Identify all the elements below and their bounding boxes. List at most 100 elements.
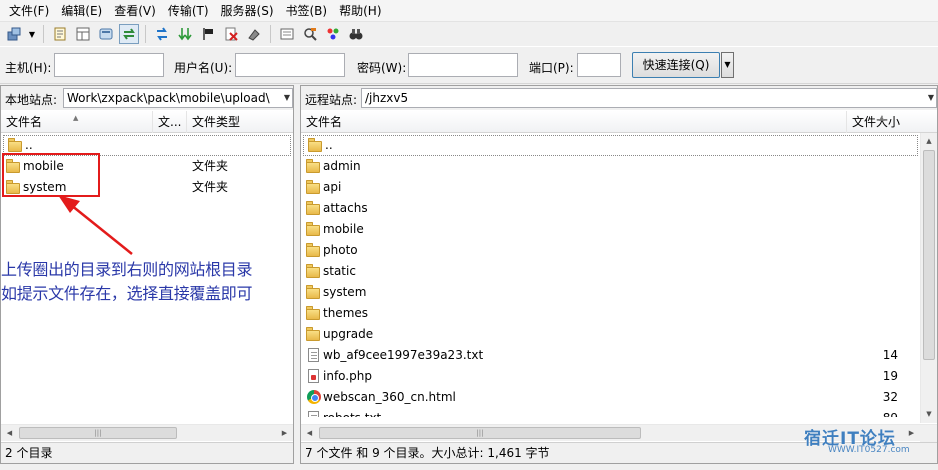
- scrollbar-corner: [920, 425, 937, 442]
- chevron-down-icon[interactable]: ▼: [928, 89, 934, 107]
- file-name: upgrade: [323, 327, 374, 341]
- file-name: system: [323, 285, 367, 299]
- port-input[interactable]: [577, 53, 621, 77]
- annotation-line-1: 上传圈出的目录到右则的网站根目录: [1, 260, 253, 279]
- scrollbar-thumb[interactable]: |||: [319, 427, 641, 439]
- local-col-name[interactable]: 文件名 ▲: [1, 111, 153, 133]
- remote-column-header: 文件名 文件大小 ▲: [301, 111, 937, 133]
- remote-path-text: /jhzxv5: [365, 91, 409, 105]
- remote-list-item[interactable]: photo: [301, 240, 920, 261]
- disconnect-icon[interactable]: [244, 24, 264, 44]
- watermark-url: WWW.IT0527.com: [828, 445, 910, 455]
- remote-path-combo[interactable]: /jhzxv5 ▼: [361, 88, 937, 108]
- folder-icon: [306, 285, 322, 300]
- remote-list-item[interactable]: robots.txt 89: [301, 408, 920, 417]
- remote-list-item[interactable]: api: [301, 177, 920, 198]
- scroll-left-icon[interactable]: ◀: [301, 425, 318, 442]
- local-col-name-label: 文件名: [6, 115, 43, 129]
- scroll-down-icon[interactable]: ▼: [921, 406, 937, 423]
- menu-item[interactable]: 书签(B): [280, 1, 334, 21]
- folder-icon: [306, 180, 322, 195]
- remote-list-item[interactable]: upgrade: [301, 324, 920, 345]
- quick-connect-button[interactable]: 快速连接(Q): [632, 52, 720, 78]
- remote-tree-icon[interactable]: [119, 24, 139, 44]
- menu-item[interactable]: 服务器(S): [215, 1, 280, 21]
- remote-site-label: 远程站点:: [305, 93, 358, 107]
- chrome-html-icon: [306, 390, 322, 405]
- process-queue-icon[interactable]: [175, 24, 195, 44]
- password-input[interactable]: [408, 53, 518, 77]
- host-input[interactable]: [54, 53, 164, 77]
- annotation-line-2: 如提示文件存在，选择直接覆盖即可: [1, 284, 253, 303]
- menu-item[interactable]: 帮助(H): [333, 1, 387, 21]
- text-file-icon: [306, 348, 322, 363]
- local-site-label: 本地站点:: [5, 93, 58, 107]
- refresh-icon[interactable]: [152, 24, 172, 44]
- host-label: 主机(H):: [5, 61, 52, 75]
- remote-col-size[interactable]: 文件大小 ▲: [847, 111, 921, 133]
- filter-icon[interactable]: [300, 24, 320, 44]
- remote-list-item[interactable]: wb_af9cee1997e39a23.txt 14: [301, 345, 920, 366]
- folder-icon: [306, 222, 322, 237]
- remote-list-item[interactable]: attachs: [301, 198, 920, 219]
- local-path-combo[interactable]: Work\zxpack\pack\mobile\upload\ ▼: [63, 88, 293, 108]
- local-column-header: 文件名 ▲ 文... 文件类型: [1, 111, 293, 133]
- flag-icon[interactable]: [198, 24, 218, 44]
- remote-pane: 远程站点: /jhzxv5 ▼ 文件名 文件大小 ▲ .. admin api atta…: [300, 85, 938, 464]
- remote-list-item[interactable]: admin: [301, 156, 920, 177]
- site-manager-icon[interactable]: [4, 24, 24, 44]
- directory-listing-icon[interactable]: [277, 24, 297, 44]
- file-name: themes: [323, 306, 369, 320]
- username-input[interactable]: [235, 53, 345, 77]
- file-name: photo: [323, 243, 358, 257]
- remote-col-name[interactable]: 文件名: [301, 111, 847, 133]
- menu-item[interactable]: 传输(T): [162, 1, 215, 21]
- sort-up-icon: ▲: [73, 114, 79, 122]
- remote-vertical-scrollbar[interactable]: ▲ ▼: [920, 133, 937, 423]
- watermark: 宿迁IT论坛 WWW.IT0527.com: [800, 424, 912, 460]
- local-col-size[interactable]: 文...: [153, 111, 187, 133]
- php-file-icon: [306, 369, 322, 384]
- remote-list-item[interactable]: ..: [303, 135, 918, 156]
- username-label: 用户名(U):: [174, 61, 233, 75]
- sort-up-icon: ▲: [879, 114, 885, 122]
- file-name: wb_af9cee1997e39a23.txt: [323, 348, 484, 362]
- local-horizontal-scrollbar[interactable]: ◀ ||| ▶: [1, 424, 293, 441]
- password-label: 密码(W):: [357, 61, 407, 75]
- scroll-up-icon[interactable]: ▲: [921, 133, 937, 150]
- scrollbar-thumb[interactable]: [923, 150, 935, 360]
- scroll-left-icon[interactable]: ◀: [1, 425, 18, 442]
- quick-connect-dropdown-icon[interactable]: ▼: [721, 52, 734, 78]
- file-type: 文件夹: [192, 180, 229, 194]
- local-path-text: Work\zxpack\pack\mobile\upload\: [67, 91, 270, 105]
- file-name: ..: [325, 138, 333, 152]
- remote-list-item[interactable]: webscan_360_cn.html 32: [301, 387, 920, 408]
- directory-tree-icon[interactable]: [73, 24, 93, 44]
- remote-file-list: .. admin api attachs mobile photo static system…: [301, 135, 920, 417]
- menu-item[interactable]: 编辑(E): [55, 1, 108, 21]
- quick-connect-bar: 主机(H): 用户名(U): 密码(W): 端口(P): 快速连接(Q) ▼: [0, 46, 938, 84]
- file-size: 89: [883, 408, 898, 417]
- cancel-icon[interactable]: [221, 24, 241, 44]
- queue-icon[interactable]: [96, 24, 116, 44]
- binoculars-icon[interactable]: [346, 24, 366, 44]
- file-size: 19: [882, 369, 898, 383]
- file-type: 文件夹: [192, 159, 229, 173]
- remote-list-item[interactable]: info.php 19: [301, 366, 920, 387]
- menu-item[interactable]: 查看(V): [108, 1, 162, 21]
- scroll-right-icon[interactable]: ▶: [276, 425, 293, 442]
- remote-list-item[interactable]: system: [301, 282, 920, 303]
- site-manager-dropdown-icon[interactable]: ▼: [27, 30, 37, 39]
- menu-item[interactable]: 文件(F): [3, 1, 55, 21]
- message-log-icon[interactable]: [50, 24, 70, 44]
- remote-list-item[interactable]: static: [301, 261, 920, 282]
- scrollbar-thumb[interactable]: |||: [19, 427, 177, 439]
- chevron-down-icon[interactable]: ▼: [284, 89, 290, 107]
- compare-icon[interactable]: [323, 24, 343, 44]
- file-name: mobile: [323, 222, 364, 236]
- file-name: static: [323, 264, 356, 278]
- port-label: 端口(P):: [529, 61, 574, 75]
- remote-list-item[interactable]: mobile: [301, 219, 920, 240]
- remote-list-item[interactable]: themes: [301, 303, 920, 324]
- local-col-type[interactable]: 文件类型: [187, 111, 277, 133]
